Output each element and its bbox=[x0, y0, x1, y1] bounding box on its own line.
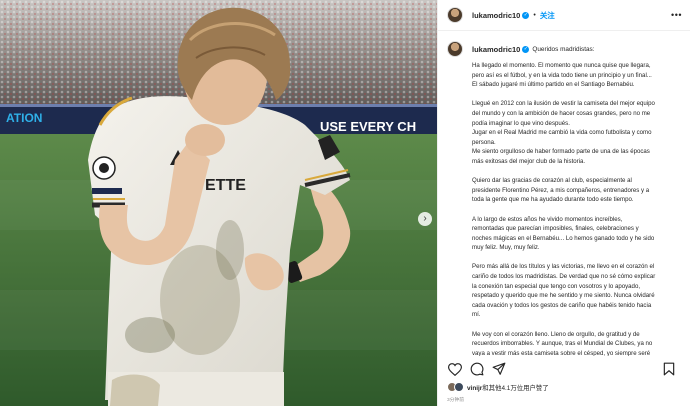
share-button[interactable] bbox=[491, 361, 507, 377]
verified-badge-icon: ✓ bbox=[522, 45, 530, 53]
likes-user-link[interactable]: vinijr bbox=[467, 385, 482, 392]
next-image-button[interactable]: › bbox=[418, 212, 432, 226]
like-button[interactable] bbox=[447, 361, 463, 377]
caption-paragraph: Llegué en 2012 con la ilusión de vestir … bbox=[472, 100, 655, 165]
post-header: lukamodric10 ✓ • 关注 ••• bbox=[438, 0, 690, 31]
caption-paragraph: Pero más allá de los títulos y las victo… bbox=[472, 263, 656, 319]
banner-left-text: ATION bbox=[6, 111, 42, 125]
svg-text:ETTE: ETTE bbox=[205, 177, 246, 194]
avatar[interactable] bbox=[447, 7, 463, 23]
caption-greeting: Queridos madridistas: bbox=[532, 45, 595, 53]
caption-area[interactable]: lukamodric10 ✓ Queridos madridistas: Ha … bbox=[438, 32, 690, 356]
more-options-icon[interactable]: ••• bbox=[671, 10, 682, 20]
share-icon bbox=[492, 362, 506, 375]
separator-dot: • bbox=[533, 11, 536, 19]
comment-icon bbox=[470, 362, 484, 376]
caption-paragraph: Me voy con el corazón lleno. Lleno de or… bbox=[472, 330, 653, 356]
caption-paragraph: A lo largo de estos años he vivido momen… bbox=[472, 215, 655, 252]
post-media[interactable]: ATION USE EVERY CH ETTE › bbox=[0, 0, 437, 406]
username-link[interactable]: lukamodric10 bbox=[472, 11, 520, 20]
post-timestamp: 3分钟前 bbox=[447, 398, 465, 403]
banner-text: USE EVERY CH bbox=[320, 119, 416, 134]
follow-button[interactable]: 关注 bbox=[540, 10, 555, 21]
comment-button[interactable] bbox=[469, 361, 485, 377]
chevron-right-icon: › bbox=[423, 213, 427, 224]
save-button[interactable] bbox=[661, 361, 677, 377]
verified-badge-icon: ✓ bbox=[522, 11, 530, 19]
likes-count-text[interactable]: 和其他4.1万位用户 bbox=[482, 385, 536, 392]
post-photo: ATION USE EVERY CH ETTE bbox=[0, 0, 437, 406]
likes-summary[interactable]: vinijr和其他4.1万位用户赞了 bbox=[447, 382, 549, 392]
liker-avatar bbox=[454, 382, 464, 392]
post-sidebar: lukamodric10 ✓ • 关注 ••• lukamodric10 ✓ Q… bbox=[437, 0, 690, 406]
caption-username-link[interactable]: lukamodric10 bbox=[472, 45, 520, 54]
caption-body: Ha llegado el momento. El momento que nu… bbox=[472, 61, 681, 356]
heart-icon bbox=[448, 362, 462, 376]
caption-avatar[interactable] bbox=[447, 41, 463, 57]
likes-suffix: 赞了 bbox=[535, 384, 549, 392]
caption-paragraph: Ha llegado el momento. El momento que nu… bbox=[472, 62, 652, 89]
bookmark-icon bbox=[663, 362, 675, 376]
caption-paragraph: Quiero dar las gracias de corazón al clu… bbox=[472, 177, 650, 204]
action-bar bbox=[438, 358, 690, 380]
